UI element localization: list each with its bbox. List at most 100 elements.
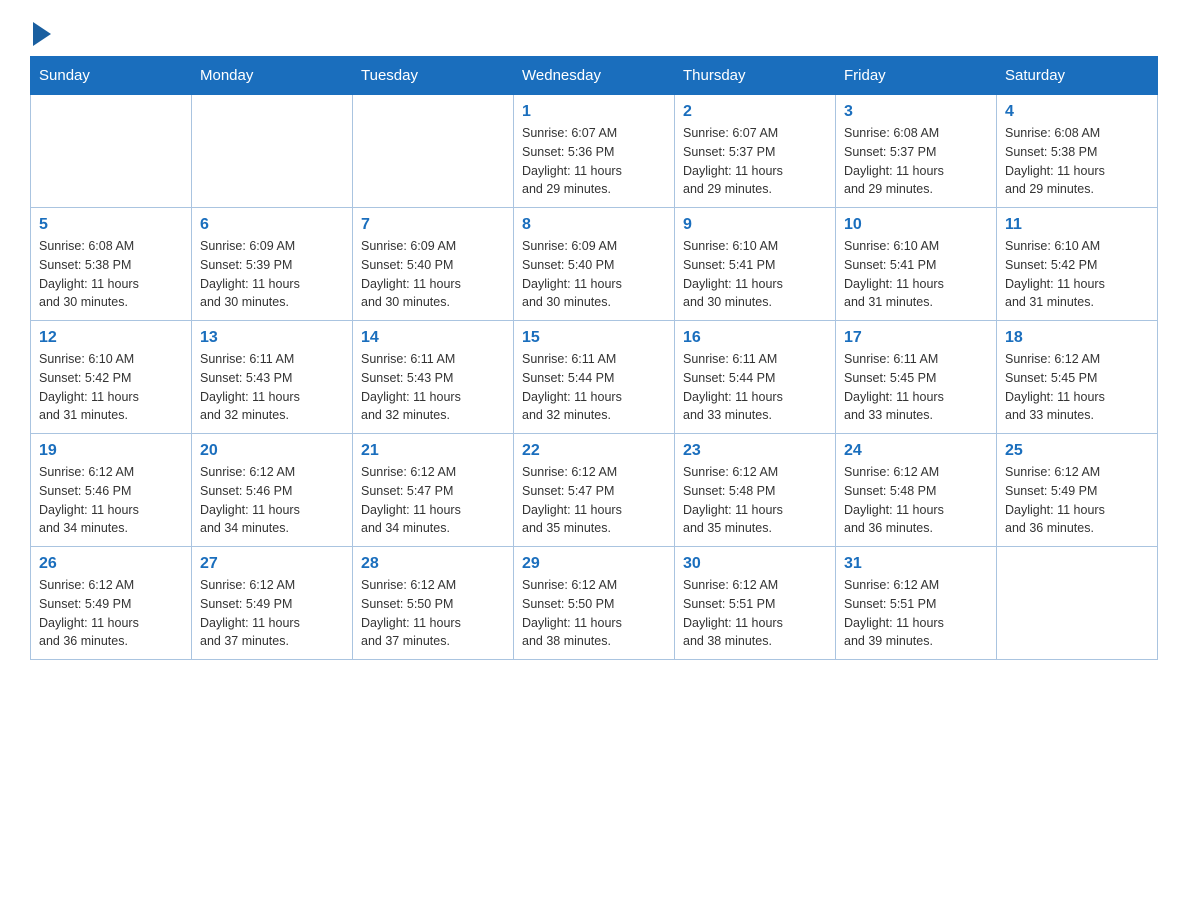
day-info: Sunrise: 6:08 AM Sunset: 5:37 PM Dayligh… [844, 124, 988, 199]
day-number: 16 [683, 329, 827, 347]
day-info: Sunrise: 6:12 AM Sunset: 5:49 PM Dayligh… [200, 576, 344, 651]
day-number: 15 [522, 329, 666, 347]
day-number: 23 [683, 442, 827, 460]
calendar-cell: 12 Sunrise: 6:10 AM Sunset: 5:42 PM Dayli… [31, 321, 192, 434]
logo-arrow-icon [33, 22, 51, 46]
day-number: 13 [200, 329, 344, 347]
day-info: Sunrise: 6:07 AM Sunset: 5:37 PM Dayligh… [683, 124, 827, 199]
calendar-cell: 1 Sunrise: 6:07 AM Sunset: 5:36 PM Daylig… [514, 95, 675, 208]
day-info: Sunrise: 6:12 AM Sunset: 5:45 PM Dayligh… [1005, 350, 1149, 425]
day-number: 4 [1005, 103, 1149, 121]
calendar-cell [353, 95, 514, 208]
calendar-cell: 23 Sunrise: 6:12 AM Sunset: 5:48 PM Dayli… [675, 434, 836, 547]
calendar-cell [31, 95, 192, 208]
calendar-cell: 20 Sunrise: 6:12 AM Sunset: 5:46 PM Dayli… [192, 434, 353, 547]
day-info: Sunrise: 6:12 AM Sunset: 5:47 PM Dayligh… [522, 463, 666, 538]
day-number: 5 [39, 216, 183, 234]
calendar-cell: 27 Sunrise: 6:12 AM Sunset: 5:49 PM Dayli… [192, 547, 353, 660]
calendar-cell: 14 Sunrise: 6:11 AM Sunset: 5:43 PM Dayli… [353, 321, 514, 434]
day-info: Sunrise: 6:12 AM Sunset: 5:46 PM Dayligh… [200, 463, 344, 538]
calendar-cell: 29Sunrise: 6:12 AM Sunset: 5:50 PM Dayli… [514, 547, 675, 660]
day-info: Sunrise: 6:10 AM Sunset: 5:42 PM Dayligh… [39, 350, 183, 425]
day-number: 1 [522, 103, 666, 121]
day-info: Sunrise: 6:11 AM Sunset: 5:43 PM Dayligh… [200, 350, 344, 425]
calendar-cell: 22 Sunrise: 6:12 AM Sunset: 5:47 PM Dayli… [514, 434, 675, 547]
day-number: 27 [200, 555, 344, 573]
day-number: 9 [683, 216, 827, 234]
day-number: 25 [1005, 442, 1149, 460]
day-number: 22 [522, 442, 666, 460]
calendar-header-wednesday: Wednesday [514, 57, 675, 95]
day-info: Sunrise: 6:12 AM Sunset: 5:51 PM Dayligh… [844, 576, 988, 651]
day-number: 17 [844, 329, 988, 347]
day-info: Sunrise: 6:12 AM Sunset: 5:51 PM Dayligh… [683, 576, 827, 651]
calendar-week-row: 5 Sunrise: 6:08 AM Sunset: 5:38 PM Daylig… [31, 208, 1158, 321]
calendar-cell: 19 Sunrise: 6:12 AM Sunset: 5:46 PM Dayli… [31, 434, 192, 547]
day-info: Sunrise: 6:12 AM Sunset: 5:46 PM Dayligh… [39, 463, 183, 538]
calendar-cell: 24 Sunrise: 6:12 AM Sunset: 5:48 PM Dayli… [836, 434, 997, 547]
calendar-week-row: 12 Sunrise: 6:10 AM Sunset: 5:42 PM Dayli… [31, 321, 1158, 434]
calendar-cell: 13 Sunrise: 6:11 AM Sunset: 5:43 PM Dayli… [192, 321, 353, 434]
day-info: Sunrise: 6:11 AM Sunset: 5:43 PM Dayligh… [361, 350, 505, 425]
calendar-cell: 7 Sunrise: 6:09 AM Sunset: 5:40 PM Daylig… [353, 208, 514, 321]
day-number: 29 [522, 555, 666, 573]
day-info: Sunrise: 6:12 AM Sunset: 5:50 PM Dayligh… [361, 576, 505, 651]
calendar-header-monday: Monday [192, 57, 353, 95]
day-number: 20 [200, 442, 344, 460]
day-number: 21 [361, 442, 505, 460]
logo-line [30, 20, 51, 46]
day-number: 12 [39, 329, 183, 347]
calendar-cell [997, 547, 1158, 660]
day-number: 24 [844, 442, 988, 460]
calendar-header-saturday: Saturday [997, 57, 1158, 95]
day-info: Sunrise: 6:08 AM Sunset: 5:38 PM Dayligh… [39, 237, 183, 312]
day-info: Sunrise: 6:12 AM Sunset: 5:49 PM Dayligh… [39, 576, 183, 651]
day-number: 6 [200, 216, 344, 234]
calendar-header-row: SundayMondayTuesdayWednesdayThursdayFrid… [31, 57, 1158, 95]
calendar-cell: 31 Sunrise: 6:12 AM Sunset: 5:51 PM Dayli… [836, 547, 997, 660]
calendar-cell: 21 Sunrise: 6:12 AM Sunset: 5:47 PM Dayli… [353, 434, 514, 547]
day-info: Sunrise: 6:12 AM Sunset: 5:48 PM Dayligh… [683, 463, 827, 538]
calendar-cell: 30 Sunrise: 6:12 AM Sunset: 5:51 PM Dayli… [675, 547, 836, 660]
calendar-week-row: 1 Sunrise: 6:07 AM Sunset: 5:36 PM Daylig… [31, 95, 1158, 208]
calendar-week-row: 19 Sunrise: 6:12 AM Sunset: 5:46 PM Dayli… [31, 434, 1158, 547]
day-number: 2 [683, 103, 827, 121]
day-info: Sunrise: 6:11 AM Sunset: 5:44 PM Dayligh… [683, 350, 827, 425]
day-number: 26 [39, 555, 183, 573]
calendar-cell: 26 Sunrise: 6:12 AM Sunset: 5:49 PM Dayli… [31, 547, 192, 660]
calendar-cell: 16 Sunrise: 6:11 AM Sunset: 5:44 PM Dayli… [675, 321, 836, 434]
day-info: Sunrise: 6:11 AM Sunset: 5:45 PM Dayligh… [844, 350, 988, 425]
calendar-cell: 15Sunrise: 6:11 AM Sunset: 5:44 PM Dayli… [514, 321, 675, 434]
day-number: 19 [39, 442, 183, 460]
day-info: Sunrise: 6:08 AM Sunset: 5:38 PM Dayligh… [1005, 124, 1149, 199]
calendar-cell: 5 Sunrise: 6:08 AM Sunset: 5:38 PM Daylig… [31, 208, 192, 321]
calendar-cell: 9 Sunrise: 6:10 AM Sunset: 5:41 PM Daylig… [675, 208, 836, 321]
calendar-header-tuesday: Tuesday [353, 57, 514, 95]
calendar-header-sunday: Sunday [31, 57, 192, 95]
day-info: Sunrise: 6:10 AM Sunset: 5:41 PM Dayligh… [844, 237, 988, 312]
day-number: 11 [1005, 216, 1149, 234]
calendar-cell: 3 Sunrise: 6:08 AM Sunset: 5:37 PM Daylig… [836, 95, 997, 208]
day-info: Sunrise: 6:10 AM Sunset: 5:42 PM Dayligh… [1005, 237, 1149, 312]
day-info: Sunrise: 6:12 AM Sunset: 5:47 PM Dayligh… [361, 463, 505, 538]
day-number: 31 [844, 555, 988, 573]
day-info: Sunrise: 6:12 AM Sunset: 5:48 PM Dayligh… [844, 463, 988, 538]
calendar-cell: 10 Sunrise: 6:10 AM Sunset: 5:41 PM Dayli… [836, 208, 997, 321]
calendar-cell: 4 Sunrise: 6:08 AM Sunset: 5:38 PM Daylig… [997, 95, 1158, 208]
logo [30, 20, 51, 46]
day-number: 10 [844, 216, 988, 234]
calendar-cell: 6Sunrise: 6:09 AM Sunset: 5:39 PM Daylig… [192, 208, 353, 321]
day-info: Sunrise: 6:10 AM Sunset: 5:41 PM Dayligh… [683, 237, 827, 312]
calendar-cell: 8Sunrise: 6:09 AM Sunset: 5:40 PM Daylig… [514, 208, 675, 321]
day-info: Sunrise: 6:09 AM Sunset: 5:40 PM Dayligh… [361, 237, 505, 312]
day-number: 30 [683, 555, 827, 573]
day-number: 3 [844, 103, 988, 121]
day-number: 7 [361, 216, 505, 234]
day-number: 28 [361, 555, 505, 573]
calendar-cell: 28 Sunrise: 6:12 AM Sunset: 5:50 PM Dayli… [353, 547, 514, 660]
day-number: 14 [361, 329, 505, 347]
calendar-cell: 2 Sunrise: 6:07 AM Sunset: 5:37 PM Daylig… [675, 95, 836, 208]
day-info: Sunrise: 6:07 AM Sunset: 5:36 PM Dayligh… [522, 124, 666, 199]
day-number: 18 [1005, 329, 1149, 347]
day-info: Sunrise: 6:09 AM Sunset: 5:40 PM Dayligh… [522, 237, 666, 312]
